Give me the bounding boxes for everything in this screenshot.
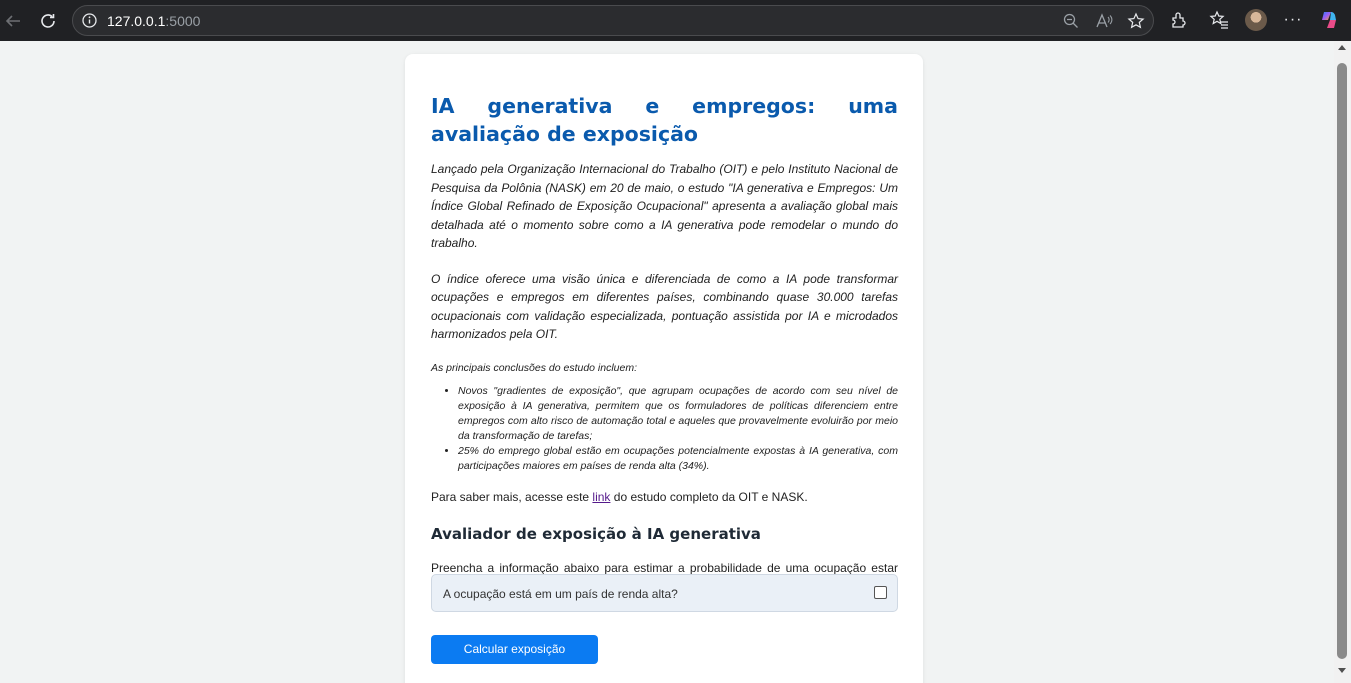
page-viewport: IA generativa e empregos: uma avaliação … <box>0 41 1334 683</box>
calculate-exposure-button[interactable]: Calcular exposição <box>431 635 598 664</box>
url-text: 127.0.0.1:5000 <box>107 13 200 29</box>
scroll-thumb[interactable] <box>1337 63 1347 659</box>
back-arrow-icon[interactable] <box>0 8 26 34</box>
url-host: 127.0.0.1 <box>107 13 166 29</box>
high-income-checkbox[interactable] <box>874 586 887 599</box>
findings-list: Novos "gradientes de exposição", que agr… <box>431 384 898 474</box>
favorite-star-icon[interactable] <box>1126 11 1146 31</box>
evaluator-title: Avaliador de exposição à IA generativa <box>431 524 761 543</box>
page-title: IA generativa e empregos: uma avaliação … <box>431 94 898 146</box>
address-bar[interactable]: 127.0.0.1:5000 <box>72 5 1154 36</box>
intro-paragraph-2: O índice oferece uma visão única e difer… <box>431 271 898 342</box>
favorites-icon[interactable] <box>1208 9 1230 31</box>
read-aloud-icon[interactable] <box>1094 11 1114 31</box>
reload-icon[interactable] <box>35 8 61 34</box>
findings-item: 25% do emprego global estão em ocupações… <box>458 444 898 474</box>
more-icon[interactable]: ··· <box>1282 9 1304 31</box>
info-icon[interactable] <box>81 12 98 29</box>
content-card: IA generativa e empregos: uma avaliação … <box>405 54 923 683</box>
extensions-icon[interactable] <box>1168 9 1190 31</box>
more-info-before: Para saber mais, acesse este <box>431 489 593 504</box>
high-income-question-row[interactable]: A ocupação está em um país de renda alta… <box>431 574 898 612</box>
vertical-scrollbar[interactable] <box>1334 41 1351 683</box>
more-info-after: do estudo completo da OIT e NASK. <box>610 489 808 504</box>
copilot-icon[interactable] <box>1318 9 1340 31</box>
findings-item: Novos "gradientes de exposição", que agr… <box>458 384 898 444</box>
scroll-down-arrow-icon[interactable] <box>1338 668 1346 673</box>
intro-paragraph-1: Lançado pela Organização Internacional d… <box>431 162 898 250</box>
avatar[interactable] <box>1245 9 1267 31</box>
high-income-label: A ocupação está em um país de renda alta… <box>443 587 678 601</box>
url-port: :5000 <box>165 13 201 29</box>
more-info-text: Para saber mais, acesse este link do est… <box>431 488 898 506</box>
browser-toolbar: 127.0.0.1:5000 ··· <box>0 0 1351 41</box>
findings-lead: As principais conclusões do estudo inclu… <box>431 361 638 374</box>
study-link[interactable]: link <box>592 490 610 504</box>
zoom-out-icon[interactable] <box>1061 11 1081 31</box>
scroll-up-arrow-icon[interactable] <box>1338 45 1346 50</box>
